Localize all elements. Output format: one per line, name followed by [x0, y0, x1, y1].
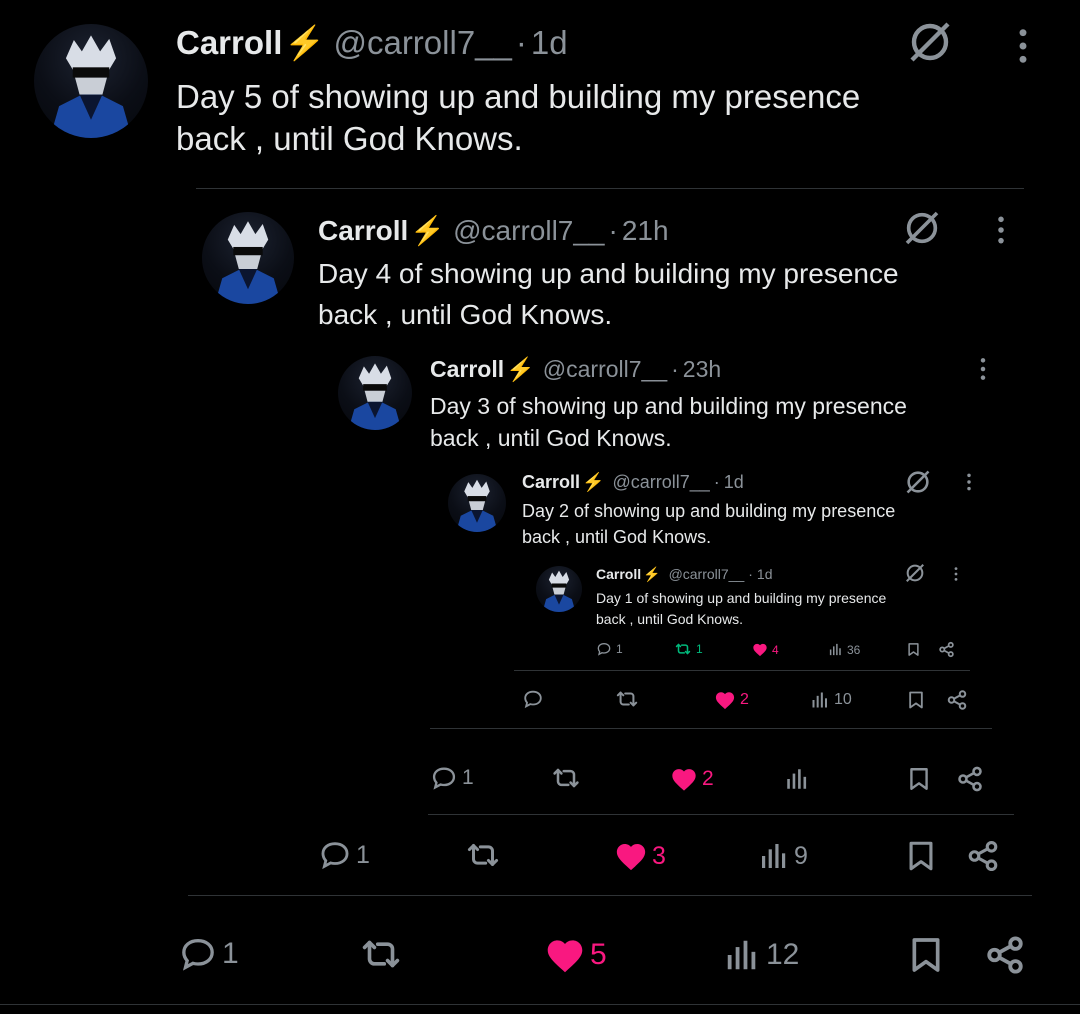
bolt-emoji: ⚡: [643, 566, 661, 582]
heart-icon: [616, 843, 646, 871]
reply-button[interactable]: 1: [430, 764, 474, 792]
no-entry-icon[interactable]: [904, 562, 926, 584]
like-button[interactable]: 2: [670, 766, 714, 792]
post-day-1[interactable]: Carroll ⚡ @carroll7__ · 1d Day 1 of show…: [0, 0, 1080, 680]
share-button[interactable]: [984, 934, 1026, 976]
like-count: 5: [590, 938, 607, 971]
like-count: 2: [702, 767, 714, 790]
quote-divider: [188, 895, 1032, 896]
like-button[interactable]: 5: [544, 936, 607, 974]
username[interactable]: @carroll7__: [669, 566, 745, 582]
like-button[interactable]: 4: [752, 642, 779, 657]
separator: ·: [748, 566, 753, 582]
like-button[interactable]: 2: [714, 690, 749, 710]
share-button[interactable]: [946, 688, 968, 712]
quote-divider: [430, 728, 992, 729]
views-button[interactable]: 9: [758, 840, 808, 872]
reply-count: 1: [462, 766, 474, 789]
heart-icon: [715, 692, 735, 710]
heart-icon: [547, 940, 583, 973]
share-button[interactable]: [966, 838, 1000, 874]
reply-count: 1: [222, 937, 239, 970]
views-icon: [787, 769, 807, 789]
post-header: Carroll ⚡ @carroll7__ · 1d: [596, 566, 773, 583]
bookmark-button[interactable]: [906, 641, 921, 658]
post-text-line: back , until God Knows.: [596, 611, 744, 627]
share-icon: [947, 690, 967, 710]
views-icon: [762, 844, 786, 868]
heart-icon: [753, 643, 767, 657]
bookmark-button[interactable]: [906, 934, 946, 976]
bookmark-button[interactable]: [904, 838, 938, 874]
views-icon: [727, 940, 756, 970]
bookmark-button[interactable]: [906, 688, 926, 712]
repost-button[interactable]: [614, 688, 644, 710]
bookmark-icon: [909, 841, 933, 871]
repost-icon: [553, 768, 579, 788]
repost-icon: [467, 844, 499, 866]
heart-icon: [672, 769, 696, 791]
views-count: 9: [794, 841, 808, 870]
display-name[interactable]: Carroll: [596, 566, 641, 582]
share-icon: [958, 766, 982, 792]
repost-button[interactable]: 1: [674, 641, 703, 657]
reply-icon: [321, 842, 349, 870]
views-button[interactable]: 36: [828, 642, 860, 657]
bottom-divider: [0, 1004, 1080, 1005]
repost-count: 1: [696, 642, 703, 656]
quote-divider: [514, 670, 970, 671]
post-text: Day 1 of showing up and building my pres…: [596, 588, 886, 630]
views-icon: [812, 692, 827, 708]
quote-divider: [428, 814, 1014, 815]
views-button[interactable]: 12: [722, 936, 799, 974]
more-options-icon[interactable]: [950, 566, 962, 582]
reply-icon: [182, 938, 214, 971]
views-count: 12: [766, 938, 800, 971]
like-count: 3: [652, 841, 666, 870]
bookmark-icon: [909, 691, 923, 709]
views-count: 36: [847, 642, 861, 657]
avatar[interactable]: [536, 566, 582, 612]
reply-button[interactable]: 1: [178, 934, 239, 974]
repost-icon: [675, 643, 691, 655]
reply-icon: [597, 642, 611, 656]
repost-button[interactable]: [550, 764, 586, 792]
views-count: 10: [834, 691, 852, 708]
repost-button[interactable]: [464, 838, 506, 872]
bookmark-button[interactable]: [906, 764, 932, 794]
repost-icon: [362, 940, 400, 968]
like-count: 2: [740, 691, 749, 708]
reply-count: 1: [356, 840, 370, 869]
reply-button[interactable]: 1: [318, 838, 370, 872]
share-button[interactable]: [956, 764, 984, 794]
like-button[interactable]: 3: [614, 840, 666, 872]
share-button[interactable]: [938, 641, 955, 658]
share-icon: [939, 641, 954, 658]
reply-icon: [524, 690, 542, 709]
bookmark-icon: [908, 643, 919, 656]
bookmark-icon: [912, 938, 940, 972]
reply-count: 1: [616, 642, 623, 656]
timestamp[interactable]: 1d: [757, 566, 773, 582]
post-text-line: Day 1 of showing up and building my pres…: [596, 590, 887, 606]
reply-button[interactable]: 1: [596, 641, 623, 657]
repost-button[interactable]: [358, 934, 408, 974]
like-count: 4: [772, 642, 779, 657]
views-button[interactable]: [784, 766, 814, 792]
bookmark-icon: [910, 768, 928, 790]
views-button[interactable]: 10: [810, 690, 852, 710]
reply-button[interactable]: [522, 688, 548, 710]
share-icon: [987, 936, 1023, 974]
repost-icon: [616, 691, 638, 707]
reply-icon: [432, 767, 456, 790]
share-icon: [968, 840, 998, 872]
views-icon: [829, 643, 841, 656]
